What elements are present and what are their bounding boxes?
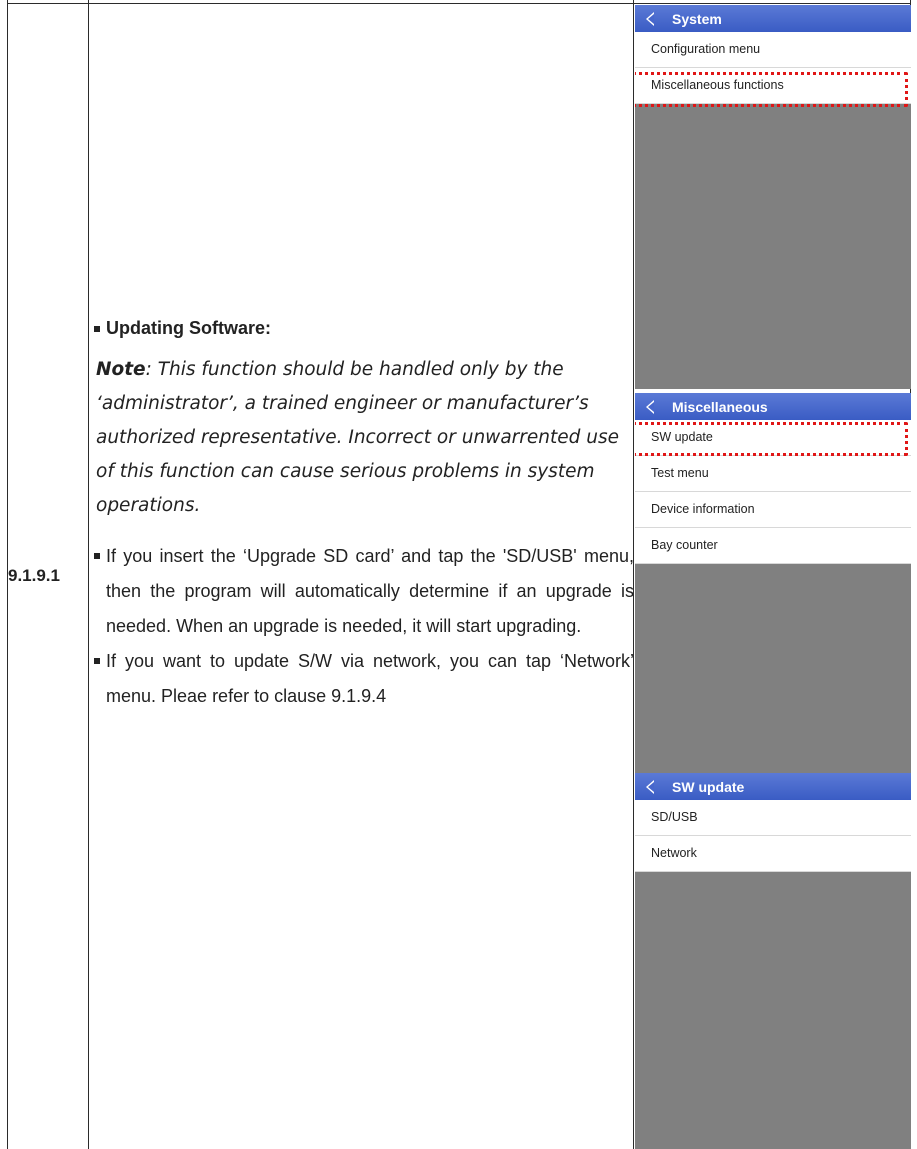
menu-item-configuration[interactable]: Configuration menu	[635, 32, 911, 68]
highlight-box	[635, 72, 908, 107]
back-arrow-icon[interactable]	[646, 11, 654, 26]
highlight-box	[635, 422, 908, 456]
section-heading: Updating Software:	[94, 318, 634, 339]
screen-empty-area	[635, 564, 911, 773]
bullet-text: If you want to update S/W via network, y…	[106, 651, 634, 706]
bullet-list: If you insert the ‘Upgrade SD card’ and …	[94, 539, 634, 714]
screen-system: System Configuration menu Miscellaneous …	[635, 5, 911, 389]
bullet-text: If you insert the ‘Upgrade SD card’ and …	[106, 546, 634, 636]
menu-item-sd-usb[interactable]: SD/USB	[635, 800, 911, 836]
menu-item-bay-counter[interactable]: Bay counter	[635, 528, 911, 564]
menu-item-network[interactable]: Network	[635, 836, 911, 872]
screen-empty-area	[635, 104, 911, 389]
table-border-top	[7, 3, 910, 4]
titlebar-sw-update: SW update	[635, 773, 911, 800]
back-arrow-icon[interactable]	[646, 399, 654, 414]
table-border-col1	[88, 0, 89, 1149]
description-column: Updating Software: Note: This function s…	[94, 318, 634, 714]
screen-title: SW update	[672, 778, 745, 795]
titlebar-miscellaneous: Miscellaneous	[635, 393, 911, 420]
clause-number: 9.1.9.1	[8, 566, 60, 585]
screen-title: Miscellaneous	[672, 398, 768, 415]
bullet-square-icon	[94, 325, 100, 332]
heading-text: Updating Software:	[106, 318, 271, 338]
bullet-square-icon	[94, 658, 100, 664]
menu-item-device-information[interactable]: Device information	[635, 492, 911, 528]
screen-title: System	[672, 10, 722, 27]
list-item: If you want to update S/W via network, y…	[94, 644, 634, 714]
screen-miscellaneous: Miscellaneous SW update Test menu Device…	[635, 393, 911, 773]
note-text: : This function should be handled only b…	[96, 359, 619, 516]
bullet-square-icon	[94, 553, 100, 559]
note-label: Note	[96, 359, 146, 380]
back-arrow-icon[interactable]	[646, 779, 654, 794]
titlebar-system: System	[635, 5, 911, 32]
list-item: If you insert the ‘Upgrade SD card’ and …	[94, 539, 634, 644]
menu-item-test-menu[interactable]: Test menu	[635, 456, 911, 492]
screen-sw-update: SW update SD/USB Network	[635, 773, 911, 1149]
screen-empty-area	[635, 872, 911, 1149]
note-paragraph: Note: This function should be handled on…	[96, 353, 636, 523]
